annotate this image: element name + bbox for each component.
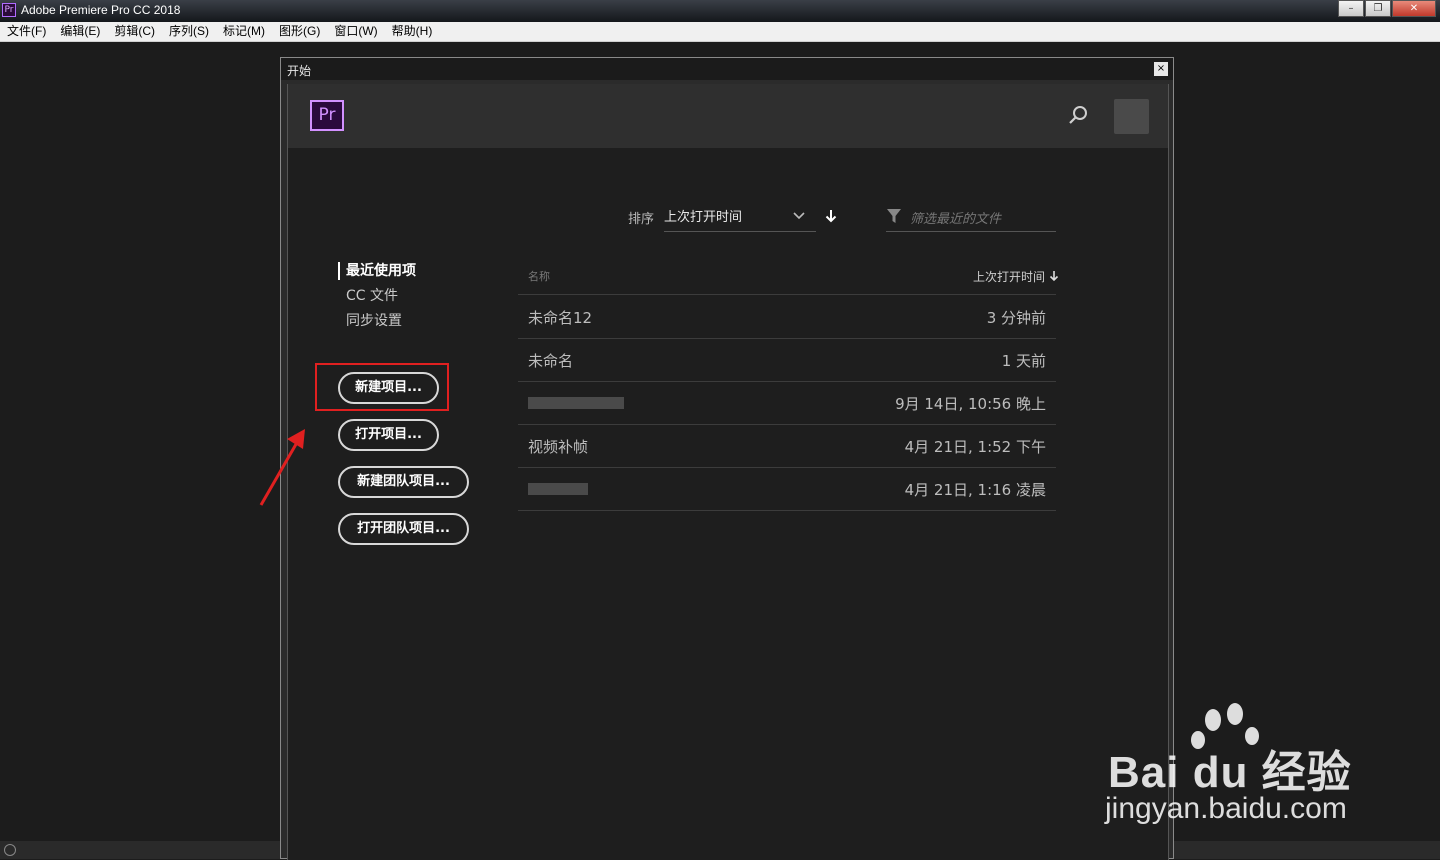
filter-placeholder: 筛选最近的文件 (910, 212, 1002, 227)
table-row[interactable]: 未命名12 3 分钟前 (518, 295, 1056, 339)
row-time: 3 分钟前 (986, 309, 1046, 327)
nav-active-indicator (338, 262, 340, 280)
table-row[interactable]: 4月 21日, 1:16 凌晨 (518, 467, 1056, 511)
sort-value: 上次打开时间 (664, 210, 743, 225)
table-row[interactable]: 未命名 1 天前 (518, 338, 1056, 382)
user-avatar[interactable] (1114, 99, 1149, 134)
sort-label: 排序 (628, 212, 655, 227)
new-team-project-button[interactable]: 新建团队项目... (338, 466, 469, 498)
sort-desc-arrow-icon (1049, 271, 1058, 282)
menu-graphics[interactable]: 图形(G) (272, 22, 327, 41)
row-time: 1 天前 (1001, 352, 1046, 370)
row-name: 未命名 (528, 352, 574, 370)
status-bar-right (1174, 841, 1440, 859)
filter-funnel-icon (887, 209, 901, 223)
status-icon (4, 844, 16, 856)
premiere-app-icon: Pr (2, 3, 16, 17)
row-time: 4月 21日, 1:16 凌晨 (904, 481, 1046, 499)
menu-markers[interactable]: 标记(M) (216, 22, 272, 41)
sort-dropdown[interactable]: 上次打开时间 (664, 200, 816, 232)
column-header-last-opened[interactable]: 上次打开时间 (973, 268, 1059, 285)
redacted-name-block (528, 483, 588, 495)
menu-bar: 文件(F) 编辑(E) 剪辑(C) 序列(S) 标记(M) 图形(G) 窗口(W… (0, 22, 1440, 42)
dialog-caption: 开始 × (281, 58, 1173, 80)
menu-clip[interactable]: 剪辑(C) (107, 22, 162, 41)
row-name: 未命名12 (528, 309, 593, 327)
table-row[interactable]: 视频补帧 4月 21日, 1:52 下午 (518, 424, 1056, 468)
premiere-logo: Pr (310, 100, 344, 131)
row-name: 视频补帧 (528, 438, 589, 456)
chevron-down-icon (793, 212, 805, 220)
open-project-button[interactable]: 打开项目... (338, 419, 439, 451)
restore-button[interactable]: ❐ (1365, 0, 1391, 17)
nav-item-sync-settings[interactable]: 同步设置 (346, 310, 402, 330)
open-team-project-button[interactable]: 打开团队项目... (338, 513, 469, 545)
table-row[interactable]: 9月 14日, 10:56 晚上 (518, 381, 1056, 425)
menu-file[interactable]: 文件(F) (0, 22, 53, 41)
new-project-button[interactable]: 新建项目... (338, 372, 439, 404)
watermark-url: jingyan.baidu.com (1105, 792, 1347, 825)
dialog-title: 开始 (287, 64, 312, 78)
window-title: Adobe Premiere Pro CC 2018 (21, 3, 181, 17)
nav-item-recent[interactable]: 最近使用项 (346, 260, 416, 280)
watermark-brand: Bai du 经验 (1108, 748, 1352, 797)
menu-window[interactable]: 窗口(W) (327, 22, 384, 41)
window-controls: – ❐ ✕ (1337, 0, 1436, 17)
minimize-button[interactable]: – (1338, 0, 1364, 17)
redacted-name-block (528, 397, 624, 409)
start-dialog: 开始 × Pr 排序 上次打开时间 筛选最近的文件 最近使用项 CC 文件 同步… (280, 57, 1174, 860)
filter-input[interactable]: 筛选最近的文件 (886, 200, 1056, 232)
search-icon[interactable] (1068, 104, 1090, 126)
start-header: Pr (288, 84, 1168, 148)
annotation-arrow-icon (259, 429, 305, 506)
status-bar (0, 841, 280, 859)
menu-help[interactable]: 帮助(H) (385, 22, 440, 41)
start-panel: Pr 排序 上次打开时间 筛选最近的文件 最近使用项 CC 文件 同步设置 新建… (287, 84, 1169, 860)
close-window-button[interactable]: ✕ (1392, 0, 1436, 17)
dialog-close-button[interactable]: × (1154, 62, 1168, 76)
row-time: 9月 14日, 10:56 晚上 (895, 395, 1046, 413)
nav-item-cc-files[interactable]: CC 文件 (346, 285, 398, 305)
menu-edit[interactable]: 编辑(E) (53, 22, 107, 41)
column-header-last-opened-label: 上次打开时间 (973, 270, 1046, 284)
row-time: 4月 21日, 1:52 下午 (904, 438, 1046, 456)
column-header-name[interactable]: 名称 (528, 268, 550, 284)
window-titlebar: Pr Adobe Premiere Pro CC 2018 – ❐ ✕ (0, 0, 1440, 22)
menu-sequence[interactable]: 序列(S) (162, 22, 216, 41)
sort-direction-arrow-icon[interactable] (824, 208, 838, 224)
